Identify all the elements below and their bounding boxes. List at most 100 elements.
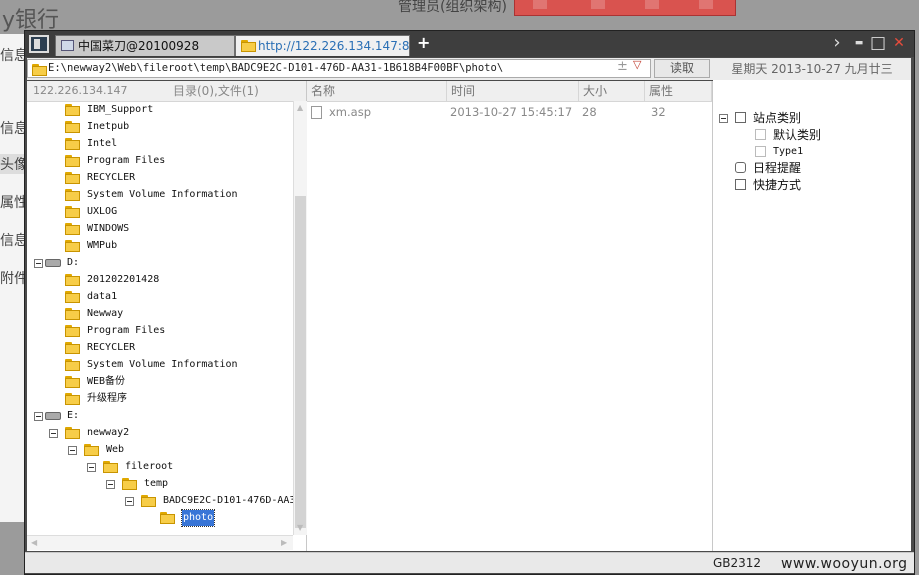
file-attr: 32: [651, 105, 666, 119]
column-size[interactable]: 大小: [579, 81, 645, 101]
tree-label: System Volume Information: [87, 359, 238, 370]
column-attr[interactable]: 属性: [645, 81, 712, 101]
folder-icon: [65, 291, 81, 303]
background-side-label: 信息: [0, 48, 26, 64]
tree-label: Intel: [87, 138, 118, 149]
address-path: E:\newway2\Web\fileroot\temp\BADC9E2C-D1…: [48, 62, 504, 74]
site-icon: [735, 112, 746, 123]
file-icon: [311, 106, 322, 119]
collapse-toggle[interactable]: [49, 429, 58, 438]
column-header: 名称 时间 大小 属性: [307, 81, 712, 102]
caidao-window: 中国菜刀@20100928 http://122.226.134.147:808…: [24, 30, 915, 575]
tree-label: photo: [180, 509, 216, 527]
tree-label: UXLOG: [87, 206, 118, 217]
collapse-toggle[interactable]: [68, 446, 77, 455]
tree-label: fileroot: [125, 461, 174, 472]
tab-caidao[interactable]: 中国菜刀@20100928: [55, 35, 235, 56]
directory-tree: IBM_Support Inetpub Intel Program Files RECY…: [27, 101, 293, 535]
background-side-label: 信息: [0, 121, 26, 137]
vertical-scrollbar[interactable]: ▲ ▼: [293, 101, 307, 535]
column-name[interactable]: 名称: [307, 81, 447, 101]
background-side-label: 附件: [0, 271, 26, 287]
tree-label: Inetpub: [87, 121, 130, 132]
user-icon: [533, 0, 547, 9]
address-row: E:\newway2\Web\fileroot\temp\BADC9E2C-D1…: [27, 58, 713, 80]
collapse-toggle[interactable]: [125, 497, 134, 506]
folder-icon: [241, 40, 256, 52]
horizontal-scrollbar[interactable]: ◀ ▶: [27, 535, 293, 550]
folder-icon: [65, 342, 81, 354]
background-admin-label: 管理员(组织架构): [398, 0, 507, 15]
close-button[interactable]: ✕: [891, 35, 907, 51]
collapse-toggle[interactable]: [106, 480, 115, 489]
page-icon: [755, 146, 766, 157]
folder-icon: [122, 478, 138, 490]
maximize-button[interactable]: □: [870, 35, 886, 52]
tree-label: D:: [67, 257, 80, 268]
watermark: www.wooyun.org: [781, 556, 908, 572]
category-default-label: 默认类别: [773, 128, 822, 142]
tab-bar: 中国菜刀@20100928 http://122.226.134.147:808…: [25, 31, 914, 57]
host-ip: 122.226.134.147: [33, 84, 128, 97]
collapse-toggle[interactable]: [34, 412, 43, 421]
tree-label: Newway: [87, 308, 124, 319]
new-tab-button[interactable]: +: [417, 33, 430, 52]
folder-icon: [65, 359, 81, 371]
folder-icon: [103, 461, 119, 473]
minimize-button[interactable]: ▬: [851, 35, 867, 51]
file-time: 2013-10-27 15:45:17: [450, 105, 573, 119]
address-input[interactable]: E:\newway2\Web\fileroot\temp\BADC9E2C-D1…: [27, 59, 651, 78]
gear-icon: [645, 0, 659, 9]
folder-icon: [65, 376, 81, 388]
chevron-down-icon[interactable]: ▽: [633, 58, 641, 71]
site-category-label: 站点类别: [753, 111, 802, 125]
column-time[interactable]: 时间: [447, 81, 579, 101]
folder-icon: [160, 512, 176, 524]
scrollbar-thumb[interactable]: [295, 196, 306, 528]
collapse-toggle[interactable]: [719, 114, 728, 123]
expand-icon[interactable]: ±: [617, 59, 628, 74]
background-card: 信息 信息 头像 属性 信息 附件: [0, 34, 26, 522]
tree-label: RECYCLER: [87, 342, 136, 353]
folder-icon: [65, 325, 81, 337]
tab-label: 中国菜刀@20100928: [78, 39, 200, 53]
collapse-toggle[interactable]: [87, 463, 96, 472]
chevron-right-icon[interactable]: ›: [829, 34, 845, 52]
folder-icon: [65, 240, 81, 252]
tree-label: System Volume Information: [87, 189, 238, 200]
folder-icon: [65, 189, 81, 201]
app-icon[interactable]: [29, 35, 49, 53]
background-toolbar: [514, 0, 736, 16]
schedule-reminder-label: 日程提醒: [753, 161, 802, 175]
tree-label: Web: [106, 444, 125, 455]
encoding-label[interactable]: GB2312: [713, 556, 761, 570]
tree-label: Program Files: [87, 155, 166, 166]
drive-icon: [45, 259, 61, 267]
shortcut-icon: [735, 179, 746, 190]
tree-label: WMPub: [87, 240, 118, 251]
item-count: 目录(0),文件(1): [173, 84, 259, 98]
folder-icon: [65, 172, 81, 184]
file-name: xm.asp: [329, 105, 372, 119]
site-panel: 星期天 2013-10-27 九月廿三 站点类别 默认类别 Type1 日程提醒…: [713, 58, 911, 551]
tree-label: WINDOWS: [87, 223, 130, 234]
tree-label: IBM_Support: [87, 104, 154, 115]
folder-icon: [65, 104, 81, 116]
tab-url[interactable]: http://122.226.134.147:8080...: [235, 35, 410, 56]
folder-icon: [65, 274, 81, 286]
folder-icon: [65, 427, 81, 439]
folder-icon: [65, 308, 81, 320]
folder-icon: [65, 223, 81, 235]
background-side-label: 信息: [0, 233, 26, 249]
tree-label: E:: [67, 410, 80, 421]
file-size: 28: [582, 105, 597, 119]
background-side-label: 头像: [0, 154, 26, 174]
folder-icon: [84, 444, 100, 456]
tree-label: WEB备份: [87, 376, 126, 387]
collapse-toggle[interactable]: [34, 259, 43, 268]
page-icon: [755, 129, 766, 140]
directory-pane: 122.226.134.147 目录(0),文件(1) IBM_Support I…: [27, 81, 307, 551]
grid-icon: [591, 0, 605, 9]
tab-label: http://122.226.134.147:8080...: [258, 39, 410, 53]
read-button[interactable]: 读取: [654, 59, 710, 78]
